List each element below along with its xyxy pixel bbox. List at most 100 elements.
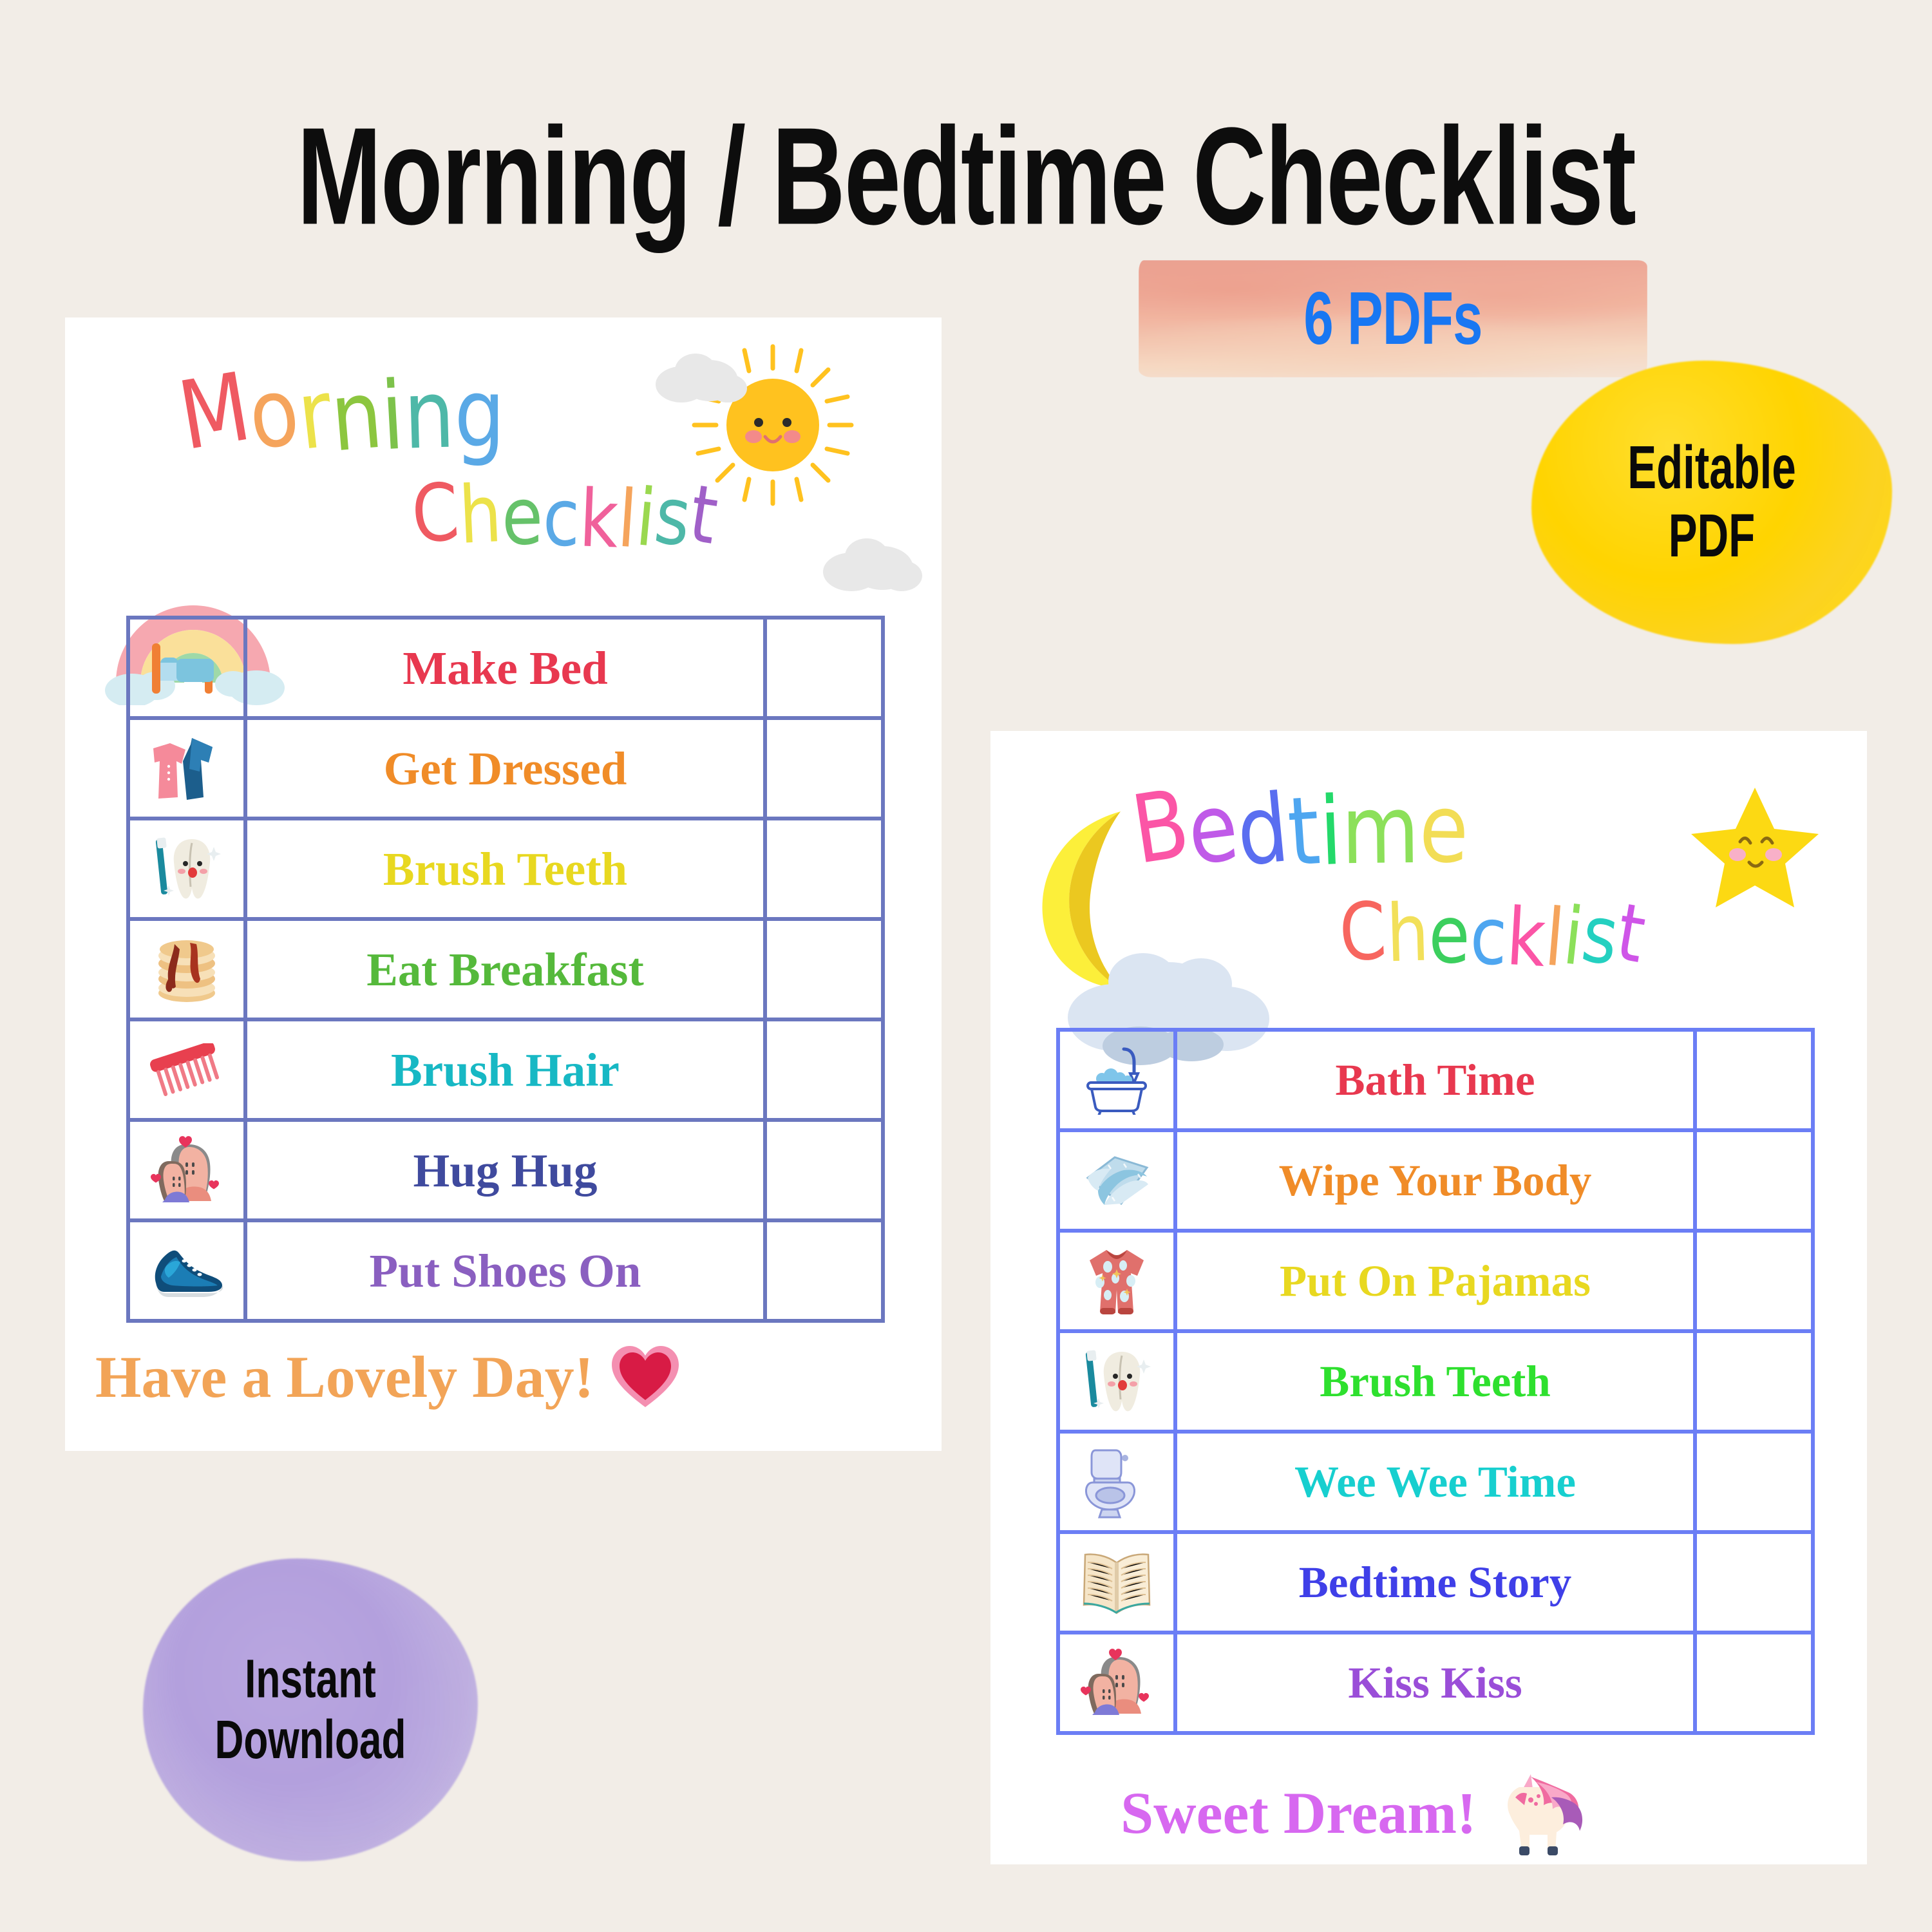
heading-letter: k [577, 471, 620, 567]
editable-badge-line1: Editable [1627, 434, 1796, 502]
task-icon-cell [126, 917, 247, 1021]
heading-letter: i [1317, 777, 1344, 887]
table-row: Make Bed [126, 616, 885, 720]
towel-icon [1060, 1132, 1173, 1229]
bedtime-footer-text: Sweet Dream! [1121, 1780, 1477, 1846]
table-row: Get Dressed [126, 716, 885, 820]
heading-letter: c [542, 471, 580, 565]
task-icon-cell [1056, 1631, 1177, 1735]
toilet-icon [1060, 1434, 1173, 1530]
instant-badge-line1: Instant [245, 1648, 376, 1710]
task-icon-cell [1056, 1028, 1177, 1132]
morning-footer: Have a Lovely Day! [95, 1343, 680, 1411]
task-label: Brush Teeth [1320, 1356, 1551, 1406]
task-icon-cell [126, 1218, 247, 1323]
bedtime-checklist-table: Bath Time Wipe Your Body Put On Pajamas … [1056, 1028, 1815, 1735]
unicorn-icon [1507, 1774, 1582, 1855]
task-checkbox-cell[interactable] [1693, 1329, 1815, 1434]
tooth-brush-icon [130, 820, 243, 917]
table-row: Brush Teeth [1056, 1329, 1815, 1434]
bathtub-icon [1060, 1032, 1173, 1128]
heading-letter: C [1336, 884, 1389, 980]
task-label: Bath Time [1335, 1055, 1535, 1104]
task-checkbox-cell[interactable] [763, 1218, 885, 1323]
task-label: Get Dressed [383, 742, 627, 795]
heading-letter: c [1468, 889, 1508, 983]
heading-letter: C [408, 465, 462, 562]
task-label-cell: Brush Hair [243, 1018, 767, 1122]
heading-letter: m [1341, 775, 1420, 886]
task-label: Bedtime Story [1298, 1557, 1572, 1607]
table-row: Put Shoes On [126, 1218, 885, 1323]
heading-letter: e [1428, 889, 1470, 981]
task-label: Brush Hair [391, 1043, 620, 1096]
heading-letter: d [1232, 773, 1294, 888]
book-icon [1060, 1534, 1173, 1631]
task-checkbox-cell[interactable] [1693, 1028, 1815, 1132]
task-checkbox-cell[interactable] [763, 716, 885, 820]
task-checkbox-cell[interactable] [763, 1018, 885, 1122]
task-label: Brush Teeth [383, 842, 628, 895]
task-label: Hug Hug [413, 1144, 598, 1197]
table-row: Brush Hair [126, 1018, 885, 1122]
task-checkbox-cell[interactable] [1693, 1430, 1815, 1534]
heading-letter: t [1284, 776, 1323, 888]
pancakes-icon [130, 921, 243, 1018]
bedtime-table-body: Bath Time Wipe Your Body Put On Pajamas … [1056, 1028, 1815, 1735]
task-label-cell: Eat Breakfast [243, 917, 767, 1021]
task-checkbox-cell[interactable] [1693, 1229, 1815, 1333]
bedtime-heading: Bedtime [1125, 770, 1469, 888]
task-label: Put On Pajamas [1280, 1256, 1591, 1305]
editable-pdf-badge: Editable PDF [1531, 361, 1892, 644]
task-icon-cell [126, 817, 247, 921]
task-label-cell: Brush Teeth [243, 817, 767, 921]
instant-download-badge: Instant Download [143, 1558, 478, 1861]
heading-letter: k [1504, 890, 1548, 985]
heading-letter: e [1418, 774, 1470, 885]
task-icon-cell [1056, 1530, 1177, 1634]
task-label-cell: Bedtime Story [1173, 1530, 1697, 1634]
task-icon-cell [1056, 1329, 1177, 1434]
task-checkbox-cell[interactable] [763, 817, 885, 921]
pajamas-icon [1060, 1233, 1173, 1329]
task-label-cell: Put Shoes On [243, 1218, 767, 1323]
editable-badge-line2: PDF [1668, 502, 1756, 570]
bedtime-checklist-heading: Checklist [1337, 884, 1652, 985]
table-row: Brush Teeth [126, 817, 885, 921]
task-label-cell: Wipe Your Body [1173, 1128, 1697, 1233]
task-checkbox-cell[interactable] [763, 917, 885, 1021]
task-label-cell: Make Bed [243, 616, 767, 720]
morning-footer-text: Have a Lovely Day! [95, 1344, 594, 1410]
table-row: Eat Breakfast [126, 917, 885, 1021]
table-row: Put On Pajamas [1056, 1229, 1815, 1333]
task-checkbox-cell[interactable] [763, 1118, 885, 1222]
task-label: Eat Breakfast [366, 943, 644, 996]
table-row: Bath Time [1056, 1028, 1815, 1132]
task-checkbox-cell[interactable] [763, 616, 885, 720]
task-icon-cell [126, 616, 247, 720]
hug-icon [130, 1122, 243, 1218]
task-label: Make Bed [402, 641, 608, 694]
bed-icon [130, 620, 243, 716]
task-icon-cell [126, 1018, 247, 1122]
heart-icon [612, 1346, 679, 1407]
instant-download-badge-label: Instant Download [170, 1537, 451, 1882]
editable-pdf-badge-label: Editable PDF [1564, 339, 1859, 665]
morning-table-body: Make Bed Get Dressed Brush Teeth Eat Bre… [126, 616, 885, 1323]
heading-letter: n [327, 360, 386, 473]
morning-checklist-heading: Checklist [409, 466, 724, 567]
task-label: Wipe Your Body [1278, 1155, 1592, 1205]
task-label-cell: Wee Wee Time [1173, 1430, 1697, 1534]
tooth-brush-icon [1060, 1333, 1173, 1430]
shoes-icon [130, 1222, 243, 1319]
table-row: Kiss Kiss [1056, 1631, 1815, 1735]
task-checkbox-cell[interactable] [1693, 1631, 1815, 1735]
task-label-cell: Kiss Kiss [1173, 1631, 1697, 1735]
task-icon-cell [126, 1118, 247, 1222]
morning-checklist-table: Make Bed Get Dressed Brush Teeth Eat Bre… [126, 616, 885, 1323]
task-checkbox-cell[interactable] [1693, 1530, 1815, 1634]
task-icon-cell [1056, 1229, 1177, 1333]
task-label-cell: Get Dressed [243, 716, 767, 820]
task-checkbox-cell[interactable] [1693, 1128, 1815, 1233]
page-title: Morning / Bedtime Checklist [296, 99, 1636, 254]
